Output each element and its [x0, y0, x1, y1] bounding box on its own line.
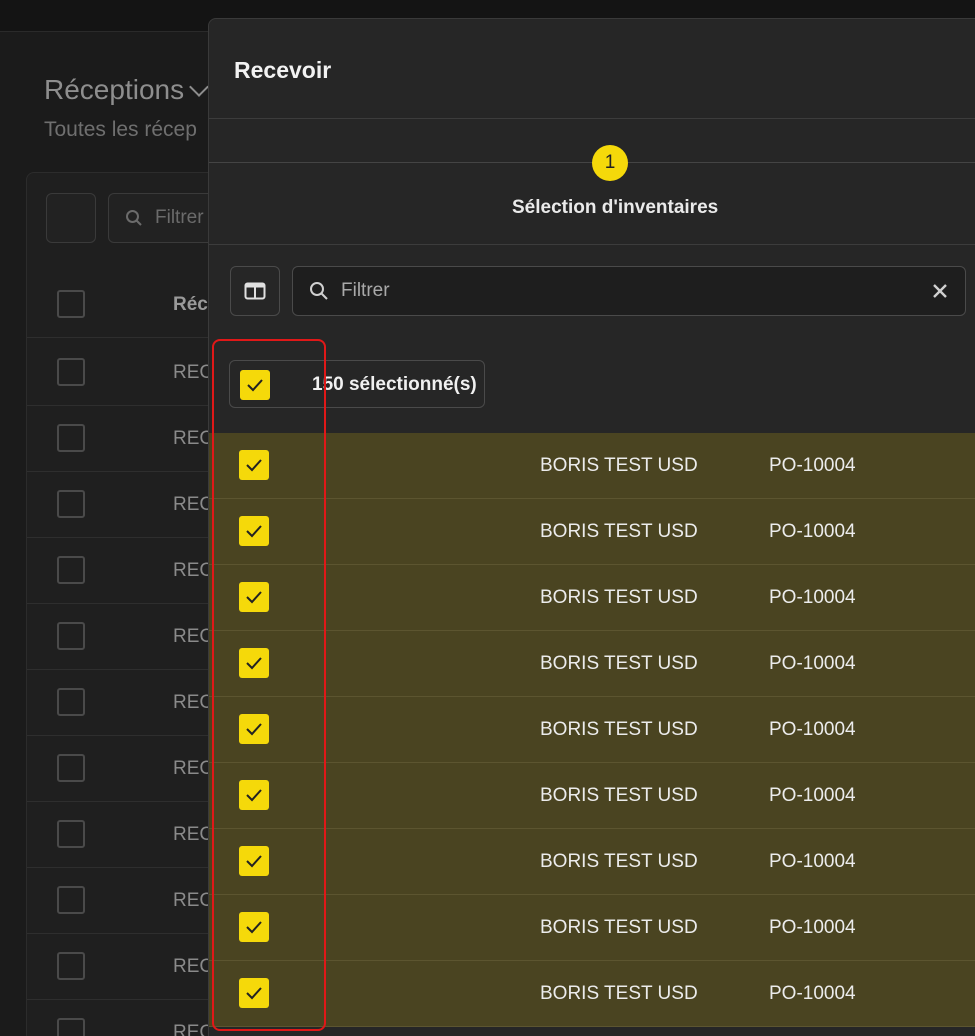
supplier-cell: BORIS TEST USD	[540, 455, 698, 476]
po-cell: PO-10004	[769, 983, 856, 1004]
supplier-cell: BORIS TEST USD	[540, 917, 698, 938]
row-checkbox[interactable]	[57, 820, 85, 848]
columns-button[interactable]	[230, 266, 280, 316]
po-cell: PO-10004	[769, 851, 856, 872]
inventory-row[interactable]: BORIS TEST USD PO-10004	[209, 763, 975, 829]
checkmark-icon	[246, 723, 262, 736]
checkmark-icon	[246, 657, 262, 670]
filter-input[interactable]	[341, 280, 901, 302]
row-checkbox[interactable]	[239, 714, 269, 744]
page-subtitle: Toutes les récep	[44, 118, 197, 141]
po-cell: PO-10004	[769, 917, 856, 938]
inventory-row[interactable]: BORIS TEST USD PO-10004	[209, 697, 975, 763]
inventory-row[interactable]: BORIS TEST USD PO-10004	[209, 961, 975, 1027]
checkmark-icon	[246, 591, 262, 604]
step-label: Sélection d'inventaires	[512, 197, 719, 218]
row-checkbox[interactable]	[57, 886, 85, 914]
search-icon	[126, 210, 142, 226]
po-cell: PO-10004	[769, 785, 856, 806]
row-checkbox[interactable]	[239, 582, 269, 612]
checkmark-icon	[246, 525, 262, 538]
row-checkbox[interactable]	[239, 780, 269, 810]
checkmark-icon	[246, 855, 262, 868]
row-checkbox[interactable]	[239, 648, 269, 678]
row-checkbox[interactable]	[57, 556, 85, 584]
supplier-cell: BORIS TEST USD	[540, 587, 698, 608]
po-cell: PO-10004	[769, 719, 856, 740]
stepper: 1 Sélection d'inventaires	[209, 119, 975, 245]
row-checkbox[interactable]	[57, 952, 85, 980]
chevron-down-icon	[189, 77, 209, 97]
supplier-cell: BORIS TEST USD	[540, 983, 698, 1004]
modal-toolbar	[230, 266, 970, 318]
page-title[interactable]: Réceptions	[44, 74, 209, 106]
supplier-cell: BORIS TEST USD	[540, 521, 698, 542]
filter-field[interactable]	[292, 266, 966, 316]
select-all-checkbox[interactable]	[57, 290, 85, 318]
supplier-cell: BORIS TEST USD	[540, 785, 698, 806]
select-all-chip[interactable]: 150 sélectionné(s)	[229, 360, 485, 408]
row-checkbox[interactable]	[239, 450, 269, 480]
row-checkbox[interactable]	[57, 358, 85, 386]
row-checkbox[interactable]	[57, 622, 85, 650]
inventory-row[interactable]: BORIS TEST USD PO-10004	[209, 565, 975, 631]
inventory-row[interactable]: BORIS TEST USD PO-10004	[209, 829, 975, 895]
inventory-row[interactable]: BORIS TEST USD PO-10004	[209, 499, 975, 565]
po-cell: PO-10004	[769, 653, 856, 674]
modal-header: Recevoir	[209, 19, 975, 119]
inventory-row[interactable]: BORIS TEST USD PO-10004	[209, 433, 975, 499]
row-checkbox[interactable]	[57, 688, 85, 716]
columns-button[interactable]	[46, 193, 96, 243]
po-cell: PO-10004	[769, 587, 856, 608]
close-icon[interactable]	[929, 280, 951, 302]
po-cell: PO-10004	[769, 455, 856, 476]
supplier-cell: BORIS TEST USD	[540, 851, 698, 872]
checkmark-icon	[246, 987, 262, 1000]
inventory-row[interactable]: BORIS TEST USD PO-10004	[209, 895, 975, 961]
selection-count: 150 sélectionné(s)	[312, 374, 477, 395]
checkmark-icon	[246, 789, 262, 802]
page: Réceptions Toutes les récep Filtrer Réce…	[0, 0, 975, 1036]
row-checkbox[interactable]	[57, 754, 85, 782]
inventory-rows: BORIS TEST USD PO-10004 BORIS TEST USD PO-1…	[209, 433, 975, 1027]
row-checkbox[interactable]	[239, 978, 269, 1008]
po-cell: PO-10004	[769, 521, 856, 542]
checkmark-icon	[246, 459, 262, 472]
receive-modal: Recevoir 1 Sélection d'inventaires Filtr…	[208, 18, 975, 1036]
select-all-checkbox[interactable]	[240, 370, 270, 400]
columns-icon	[244, 282, 266, 300]
row-checkbox[interactable]	[57, 424, 85, 452]
page-title-text: Réceptions	[44, 74, 185, 105]
checkmark-icon	[246, 921, 262, 934]
supplier-cell: BORIS TEST USD	[540, 719, 698, 740]
row-checkbox[interactable]	[57, 490, 85, 518]
filter-placeholder: Filtrer	[155, 207, 204, 228]
row-checkbox[interactable]	[57, 1018, 85, 1036]
search-icon	[310, 282, 328, 300]
row-checkbox[interactable]	[239, 516, 269, 546]
modal-title: Recevoir	[234, 57, 332, 83]
checkmark-icon	[247, 379, 263, 392]
inventory-row[interactable]: BORIS TEST USD PO-10004	[209, 631, 975, 697]
row-checkbox[interactable]	[239, 846, 269, 876]
step-number: 1	[592, 145, 628, 181]
supplier-cell: BORIS TEST USD	[540, 653, 698, 674]
row-checkbox[interactable]	[239, 912, 269, 942]
